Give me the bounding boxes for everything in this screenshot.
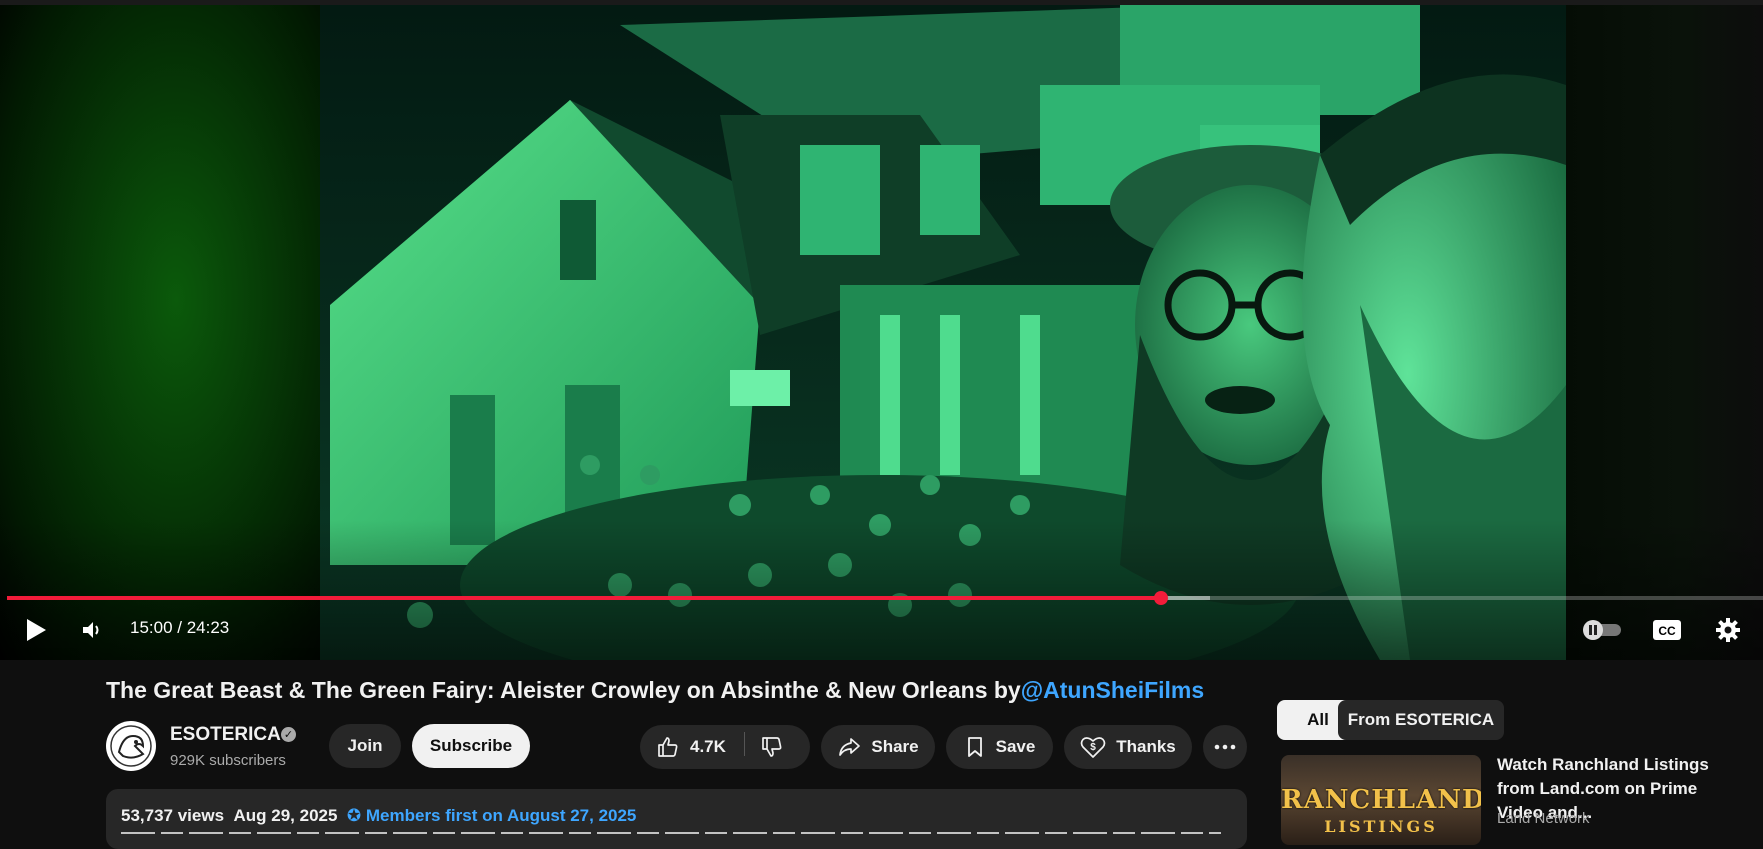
like-dislike-group: 4.7K: [640, 725, 810, 769]
verified-check-icon: ✓: [281, 727, 296, 742]
svg-text:$: $: [1090, 742, 1096, 753]
thanks-heart-dollar-icon: $: [1080, 737, 1106, 758]
recommendation-menu-icon[interactable]: ⋮: [1756, 756, 1763, 777]
svg-text:CC: CC: [1658, 624, 1676, 638]
volume-icon: [83, 622, 99, 638]
share-button[interactable]: Share: [821, 725, 935, 769]
share-icon: [839, 738, 861, 756]
thumbnail-text-2: LISTINGS: [1324, 817, 1438, 836]
dislike-button[interactable]: [760, 735, 784, 759]
play-icon: [27, 619, 46, 641]
thumbs-up-icon: [658, 737, 678, 757]
thumbnail-text-1: RANCHLAND: [1281, 785, 1481, 815]
members-first-text: Members first on August 27, 2025: [365, 806, 637, 825]
captions-button[interactable]: CC: [1651, 616, 1683, 644]
description-text-cutoff: [121, 830, 1221, 835]
subscribe-button[interactable]: Subscribe: [412, 724, 530, 768]
thanks-label: Thanks: [1116, 737, 1176, 756]
settings-button[interactable]: [1712, 614, 1744, 646]
video-title: The Great Beast & The Green Fairy: Aleis…: [106, 677, 1204, 704]
cc-icon: CC: [1653, 620, 1681, 640]
recommendation-channel[interactable]: Land Network: [1497, 810, 1590, 827]
members-star-icon: ✪: [346, 806, 362, 825]
subscriber-count: 929K subscribers: [170, 752, 286, 769]
members-first-badge: ✪ Members first on August 27, 2025: [347, 806, 637, 825]
title-handle-link[interactable]: @AtunSheiFilms: [1021, 677, 1204, 703]
video-title-text: The Great Beast & The Green Fairy: Aleis…: [106, 677, 1021, 703]
recommendation-thumbnail[interactable]: RANCHLAND LISTINGS: [1281, 755, 1481, 845]
thanks-button[interactable]: $ Thanks: [1064, 725, 1192, 769]
description-meta: 53,737 views Aug 29, 2025 ✪ Members firs…: [121, 806, 636, 826]
time-display: 15:00 / 24:23: [130, 618, 230, 637]
play-button[interactable]: [20, 614, 52, 646]
bookmark-icon: [967, 737, 982, 757]
channel-name[interactable]: ESOTERICA: [170, 724, 281, 746]
progress-played: [7, 596, 1161, 600]
autoplay-toggle[interactable]: [1580, 616, 1624, 644]
mute-button[interactable]: [76, 614, 108, 646]
like-count: 4.7K: [690, 737, 726, 756]
channel-logo-icon: [110, 725, 152, 767]
gear-icon: [1716, 618, 1740, 642]
more-horizontal-icon: [1214, 744, 1236, 750]
autoplay-pause-icon: [1583, 620, 1621, 640]
thumbs-down-icon: [762, 737, 782, 757]
join-button[interactable]: Join: [329, 724, 401, 768]
progress-scrubber[interactable]: [1153, 591, 1168, 605]
upload-date: Aug 29, 2025: [233, 806, 338, 825]
channel-avatar[interactable]: [106, 721, 156, 771]
chip-from-channel[interactable]: From ESOTERICA: [1338, 700, 1504, 740]
view-count: 53,737 views: [121, 806, 225, 825]
controls-gradient: [0, 520, 1763, 660]
save-label: Save: [995, 737, 1036, 756]
like-button[interactable]: 4.7K: [656, 735, 726, 759]
more-actions-button[interactable]: [1203, 725, 1247, 769]
save-button[interactable]: Save: [946, 725, 1053, 769]
video-player[interactable]: 15:00 / 24:23 CC: [0, 0, 1763, 660]
like-divider: [744, 732, 745, 756]
progress-bar[interactable]: [7, 591, 1763, 605]
share-label: Share: [871, 737, 919, 756]
